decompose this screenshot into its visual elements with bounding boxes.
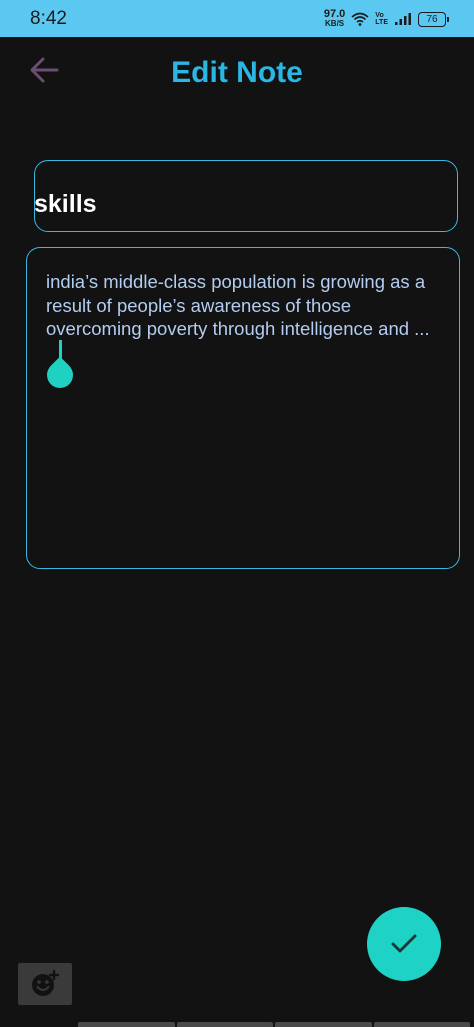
volte-indicator: Vo LTE [375, 12, 388, 26]
note-title-field[interactable] [34, 160, 458, 232]
status-bar: 8:42 97.0 KB/S Vo LTE 76 [0, 0, 474, 37]
status-icons: 97.0 KB/S Vo LTE 76 [323, 6, 449, 32]
checkmark-icon [391, 934, 417, 953]
keyboard-edge [78, 1022, 470, 1027]
note-body-input[interactable]: india’s middle-class population is growi… [46, 270, 446, 341]
volte-bottom: LTE [375, 19, 388, 26]
note-body-field[interactable]: india’s middle-class population is growi… [26, 247, 460, 569]
battery-indicator: 76 [418, 11, 449, 27]
add-emoji-icon [32, 969, 60, 996]
key-edge [78, 1022, 175, 1027]
key-edge [275, 1022, 372, 1027]
wifi-icon [351, 12, 369, 26]
note-title-input[interactable]: skills [34, 190, 97, 219]
network-speed-unit: KB/S [325, 19, 345, 28]
signal-icon [395, 13, 411, 25]
key-edge [373, 1022, 470, 1027]
volte-top: Vo [375, 12, 384, 19]
network-speed: 97.0 KB/S [323, 8, 346, 29]
page-title: Edit Note [171, 56, 303, 89]
save-button[interactable] [367, 907, 441, 981]
cursor-handle[interactable] [41, 356, 79, 394]
key-edge [176, 1022, 273, 1027]
network-speed-value: 97.0 [323, 8, 346, 20]
status-time: 8:42 [30, 8, 67, 29]
sticker-button[interactable] [18, 963, 72, 1005]
